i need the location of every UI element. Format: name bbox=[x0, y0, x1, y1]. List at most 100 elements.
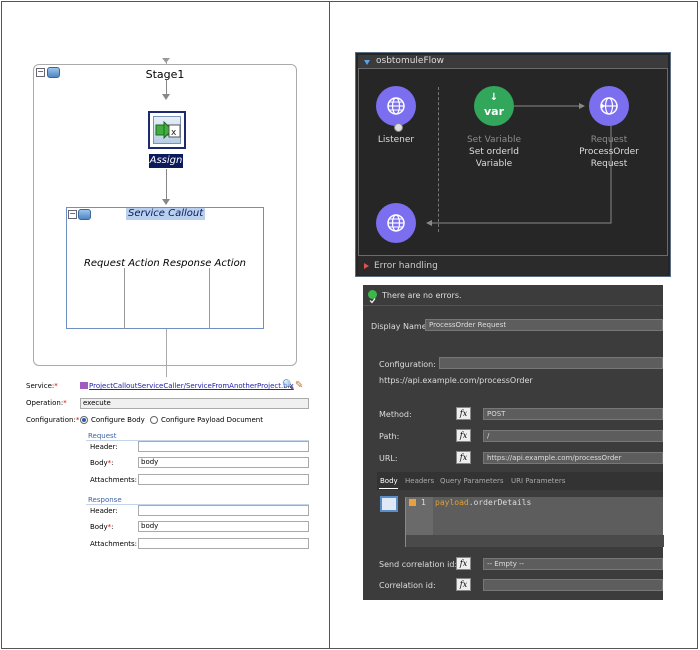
listener-label: Listener bbox=[377, 135, 415, 145]
send-correlation-fx-button[interactable]: fx bbox=[456, 557, 471, 570]
assign-label[interactable]: Assign bbox=[149, 154, 183, 168]
editor-scrollbar[interactable] bbox=[406, 535, 664, 547]
response-node[interactable] bbox=[376, 203, 416, 243]
status-divider bbox=[363, 305, 663, 306]
properties-panel bbox=[363, 285, 663, 600]
request-node[interactable] bbox=[589, 86, 629, 126]
correlation-id-input[interactable] bbox=[483, 579, 663, 591]
request-attachments-field[interactable] bbox=[138, 474, 309, 485]
assign-icon: x bbox=[153, 116, 181, 144]
assign-action[interactable]: x bbox=[148, 111, 186, 149]
method-input[interactable]: POST bbox=[483, 408, 663, 420]
flow-line bbox=[166, 169, 167, 201]
request-section-title: Request bbox=[88, 432, 117, 440]
connector-arrow bbox=[579, 103, 585, 109]
response-section-title: Response bbox=[88, 496, 122, 504]
configuration-url: https://api.example.com/processOrder bbox=[379, 376, 533, 385]
operation-label: Operation:* bbox=[26, 399, 67, 407]
active-tab-underline bbox=[379, 488, 398, 489]
method-fx-button[interactable]: fx bbox=[456, 407, 471, 420]
check-circle-icon bbox=[368, 290, 377, 304]
configure-body-radio[interactable] bbox=[80, 416, 88, 424]
set-variable-node[interactable]: ↓ var bbox=[474, 86, 514, 126]
response-header-field[interactable] bbox=[138, 505, 309, 516]
flow-arrow bbox=[162, 94, 170, 100]
set-variable-name-line1: Set orderId bbox=[468, 147, 519, 157]
configuration-label: Configuration:* bbox=[26, 416, 80, 424]
service-callout-title[interactable]: Service Callout bbox=[126, 208, 206, 220]
url-fx-button[interactable]: fx bbox=[456, 451, 471, 464]
set-variable-name-line2: Variable bbox=[475, 159, 513, 169]
stage-entry-arrow bbox=[162, 58, 170, 63]
tab-body[interactable]: Body bbox=[380, 477, 398, 485]
response-header-label: Header: bbox=[90, 507, 118, 515]
svg-text:x: x bbox=[171, 128, 177, 138]
script-mode-icon[interactable] bbox=[380, 496, 398, 512]
request-body-label: Body*: bbox=[90, 459, 114, 467]
collapse-icon[interactable]: − bbox=[68, 210, 77, 219]
display-name-label: Display Name: bbox=[371, 322, 430, 331]
source-badge-icon bbox=[394, 123, 403, 132]
service-label: Service:* bbox=[26, 382, 58, 390]
response-body-field[interactable]: body bbox=[138, 521, 309, 532]
stage-title: Stage1 bbox=[145, 68, 185, 81]
proxy-icon bbox=[80, 382, 88, 389]
flow-canvas: osbtomuleFlow Listener ↓ var Set Variabl… bbox=[355, 52, 671, 277]
request-type: Request bbox=[590, 135, 628, 145]
configure-body-label: Configure Body bbox=[91, 416, 145, 424]
request-name-line2: Request bbox=[590, 159, 628, 169]
url-input[interactable]: https://api.example.com/processOrder bbox=[483, 452, 663, 464]
code-line[interactable]: payload.orderDetails bbox=[435, 498, 531, 507]
status-message: There are no errors. bbox=[382, 291, 462, 300]
body-code-editor[interactable]: 1 payload.orderDetails bbox=[405, 497, 664, 547]
request-attachments-label: Attachments: bbox=[90, 476, 138, 484]
response-body-label: Body*: bbox=[90, 523, 114, 531]
service-callout-actions: Request Action Response Action bbox=[83, 258, 247, 269]
edit-icon[interactable]: ✎ bbox=[295, 380, 303, 391]
tab-uri-parameters[interactable]: URI Parameters bbox=[511, 477, 565, 485]
correlation-id-label: Correlation id: bbox=[379, 581, 436, 590]
divider-line bbox=[124, 268, 125, 329]
globe-icon bbox=[387, 214, 405, 232]
request-header-field[interactable] bbox=[138, 441, 309, 452]
editor-gutter: 1 bbox=[406, 497, 433, 535]
return-arrow bbox=[426, 220, 432, 226]
set-variable-type: Set Variable bbox=[466, 135, 522, 145]
error-handling-row[interactable]: Error handling bbox=[358, 255, 668, 275]
method-label: Method: bbox=[379, 410, 412, 419]
configuration-select[interactable] bbox=[439, 357, 663, 369]
var-icon: var bbox=[483, 105, 505, 118]
request-name-line1: ProcessOrder bbox=[579, 147, 639, 157]
line-number: 1 bbox=[421, 498, 426, 507]
tab-headers[interactable]: Headers bbox=[405, 477, 434, 485]
expand-error-handling-icon[interactable] bbox=[364, 263, 369, 269]
error-handling-label: Error handling bbox=[374, 261, 438, 271]
operation-select[interactable]: execute bbox=[80, 398, 309, 409]
globe-icon bbox=[387, 97, 405, 115]
listener-node[interactable] bbox=[376, 86, 416, 126]
divider-line bbox=[209, 268, 210, 329]
path-fx-button[interactable]: fx bbox=[456, 429, 471, 442]
send-correlation-select[interactable]: -- Empty -- bbox=[483, 558, 663, 570]
display-name-input[interactable]: ProcessOrder Request bbox=[425, 319, 663, 331]
request-header-label: Header: bbox=[90, 443, 118, 451]
response-attachments-label: Attachments: bbox=[90, 540, 138, 548]
down-arrow-icon: ↓ bbox=[489, 92, 499, 103]
configuration-label: Configuration: bbox=[379, 360, 436, 369]
request-body-field[interactable]: body bbox=[138, 457, 309, 468]
send-correlation-label: Send correlation id: bbox=[379, 560, 458, 569]
url-label: URL: bbox=[379, 454, 398, 463]
configure-payload-radio[interactable] bbox=[150, 416, 158, 424]
service-link[interactable]: ProjectCalloutServiceCaller/ServiceFromA… bbox=[80, 382, 294, 390]
lightbulb-icon[interactable] bbox=[409, 499, 416, 506]
flow-arrow bbox=[162, 199, 170, 205]
panel-divider bbox=[329, 1, 330, 649]
search-icon[interactable]: 🔍 bbox=[282, 380, 294, 391]
flow-line bbox=[166, 329, 167, 377]
correlation-id-fx-button[interactable]: fx bbox=[456, 578, 471, 591]
service-callout-icon bbox=[78, 209, 91, 220]
tab-query-parameters[interactable]: Query Parameters bbox=[440, 477, 504, 485]
path-label: Path: bbox=[379, 432, 400, 441]
response-attachments-field[interactable] bbox=[138, 538, 309, 549]
path-input[interactable]: / bbox=[483, 430, 663, 442]
